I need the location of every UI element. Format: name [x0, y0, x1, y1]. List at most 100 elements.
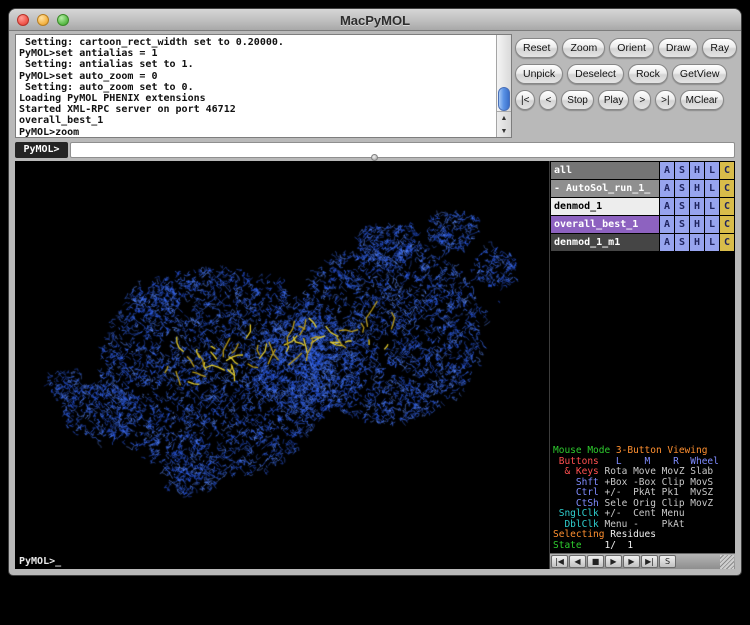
- object-menu-button-c[interactable]: C: [720, 198, 734, 215]
- console-log[interactable]: Setting: cartoon_rect_width set to 0.200…: [16, 35, 496, 137]
- console-scrollbar[interactable]: ▲ ▼: [496, 35, 511, 137]
- object-menu-button-l[interactable]: L: [705, 180, 719, 197]
- object-menu-button-h[interactable]: H: [690, 234, 704, 251]
- toolbar-button-draw[interactable]: Draw: [658, 38, 699, 58]
- object-name[interactable]: denmod_1: [551, 198, 659, 215]
- toolbar-row-1: ResetZoomOrientDrawRay: [515, 38, 737, 58]
- object-menu-button-h[interactable]: H: [690, 198, 704, 215]
- mouse-panel: Mouse Mode 3-Button Viewing Buttons L M …: [550, 446, 735, 553]
- density-mesh-canvas: [15, 161, 549, 569]
- object-menu-button-c[interactable]: C: [720, 234, 734, 251]
- object-menu-button-s[interactable]: S: [675, 162, 689, 179]
- movie-button-6[interactable]: S: [659, 555, 676, 568]
- console-line: PyMOL>set antialias = 1: [19, 48, 496, 59]
- toolbar-button-play[interactable]: Play: [598, 90, 629, 110]
- object-list: allASHLC- AutoSol_run_1_ASHLCdenmod_1ASH…: [550, 161, 735, 252]
- toolbar-button-nav-2-4[interactable]: >: [633, 90, 651, 110]
- console-line: overall_best_1: [19, 115, 496, 126]
- panel-spacer: [550, 252, 735, 446]
- movie-button-5[interactable]: ▶|: [641, 555, 658, 568]
- scrollbar-arrows: ▲ ▼: [497, 111, 511, 137]
- titlebar[interactable]: MacPyMOL: [9, 9, 741, 31]
- toolbar-button-reset[interactable]: Reset: [515, 38, 558, 58]
- console-line: Started XML-RPC server on port 46712: [19, 104, 496, 115]
- object-menu-button-s[interactable]: S: [675, 216, 689, 233]
- console-box: Setting: cartoon_rect_width set to 0.200…: [15, 34, 512, 138]
- scrollbar-thumb[interactable]: [498, 87, 510, 111]
- object-menu-button-h[interactable]: H: [690, 162, 704, 179]
- toolbar: ResetZoomOrientDrawRay UnpickDeselectRoc…: [515, 38, 737, 116]
- command-prompt-label: PyMOL>: [15, 142, 68, 158]
- side-panel: allASHLC- AutoSol_run_1_ASHLCdenmod_1ASH…: [549, 161, 735, 569]
- mouse-panel-segment: State: [553, 540, 587, 551]
- object-row: overall_best_1ASHLC: [551, 216, 734, 233]
- mouse-panel-segment: 3-Button Viewing: [616, 445, 708, 456]
- object-menu-button-c[interactable]: C: [720, 216, 734, 233]
- mouse-panel-segment: +/- PkAt Pk1 MvSZ: [604, 487, 713, 498]
- splitter-handle[interactable]: [371, 154, 378, 161]
- scroll-up-icon[interactable]: ▲: [497, 112, 511, 125]
- toolbar-button-mclear[interactable]: MClear: [680, 90, 724, 110]
- mouse-panel-segment: 1/ 1: [587, 540, 633, 551]
- movie-controls: |◀◀■▶▶▶|S: [550, 553, 735, 569]
- scroll-down-icon[interactable]: ▼: [497, 125, 511, 138]
- toolbar-row-2: UnpickDeselectRockGetView: [515, 64, 737, 84]
- toolbar-button-zoom[interactable]: Zoom: [562, 38, 605, 58]
- object-menu-button-l[interactable]: L: [705, 234, 719, 251]
- object-row: - AutoSol_run_1_ASHLC: [551, 180, 734, 197]
- toolbar-button-getview[interactable]: GetView: [672, 64, 728, 84]
- mouse-panel-segment: Ctrl: [553, 487, 604, 498]
- toolbar-row-3: |<<StopPlay>>|MClear: [515, 90, 737, 110]
- object-menu-button-l[interactable]: L: [705, 198, 719, 215]
- toolbar-button-stop[interactable]: Stop: [561, 90, 594, 110]
- toolbar-button-nav-2-0[interactable]: |<: [515, 90, 535, 110]
- object-menu-button-h[interactable]: H: [690, 180, 704, 197]
- toolbar-button-unpick[interactable]: Unpick: [515, 64, 563, 84]
- object-menu-button-c[interactable]: C: [720, 180, 734, 197]
- toolbar-button-nav-2-1[interactable]: <: [539, 90, 557, 110]
- object-row: allASHLC: [551, 162, 734, 179]
- command-input[interactable]: [70, 142, 735, 158]
- object-menu-button-h[interactable]: H: [690, 216, 704, 233]
- object-name[interactable]: overall_best_1: [551, 216, 659, 233]
- mouse-panel-line: State 1/ 1: [553, 541, 735, 552]
- object-menu-button-c[interactable]: C: [720, 162, 734, 179]
- toolbar-button-orient[interactable]: Orient: [609, 38, 654, 58]
- movie-button-1[interactable]: ◀: [569, 555, 586, 568]
- object-name[interactable]: all: [551, 162, 659, 179]
- app-window: MacPyMOL Setting: cartoon_rect_width set…: [8, 8, 742, 576]
- object-menu-button-s[interactable]: S: [675, 180, 689, 197]
- mouse-panel-segment: SnglClk: [553, 508, 604, 519]
- mouse-panel-segment: DblClk: [553, 519, 604, 530]
- object-menu-button-l[interactable]: L: [705, 216, 719, 233]
- object-menu-button-l[interactable]: L: [705, 162, 719, 179]
- object-row: denmod_1_m1ASHLC: [551, 234, 734, 251]
- toolbar-button-rock[interactable]: Rock: [628, 64, 668, 84]
- console-line: PyMOL>set auto_zoom = 0: [19, 71, 496, 82]
- toolbar-button-ray[interactable]: Ray: [702, 38, 737, 58]
- object-menu-button-a[interactable]: A: [660, 180, 674, 197]
- viewport-3d[interactable]: PyMOL>_: [15, 161, 549, 569]
- object-name[interactable]: - AutoSol_run_1_: [551, 180, 659, 197]
- mouse-panel-segment: Selecting: [553, 529, 610, 540]
- object-name[interactable]: denmod_1_m1: [551, 234, 659, 251]
- object-menu-button-a[interactable]: A: [660, 162, 674, 179]
- mouse-panel-segment: Shft: [553, 477, 604, 488]
- window-title: MacPyMOL: [9, 13, 741, 28]
- toolbar-button-nav-2-5[interactable]: >|: [655, 90, 675, 110]
- movie-button-4[interactable]: ▶: [623, 555, 640, 568]
- movie-button-3[interactable]: ▶: [605, 555, 622, 568]
- object-menu-button-a[interactable]: A: [660, 198, 674, 215]
- object-menu-button-s[interactable]: S: [675, 198, 689, 215]
- movie-button-2[interactable]: ■: [587, 555, 604, 568]
- object-menu-button-a[interactable]: A: [660, 234, 674, 251]
- mouse-panel-segment: Residues: [610, 529, 656, 540]
- object-menu-button-s[interactable]: S: [675, 234, 689, 251]
- toolbar-button-deselect[interactable]: Deselect: [567, 64, 624, 84]
- window-resize-grip[interactable]: [720, 555, 734, 569]
- mouse-panel-segment: +Box -Box Clip MovS: [604, 477, 713, 488]
- movie-button-0[interactable]: |◀: [551, 555, 568, 568]
- mouse-panel-segment: Buttons: [553, 456, 604, 467]
- object-menu-button-a[interactable]: A: [660, 216, 674, 233]
- object-row: denmod_1ASHLC: [551, 198, 734, 215]
